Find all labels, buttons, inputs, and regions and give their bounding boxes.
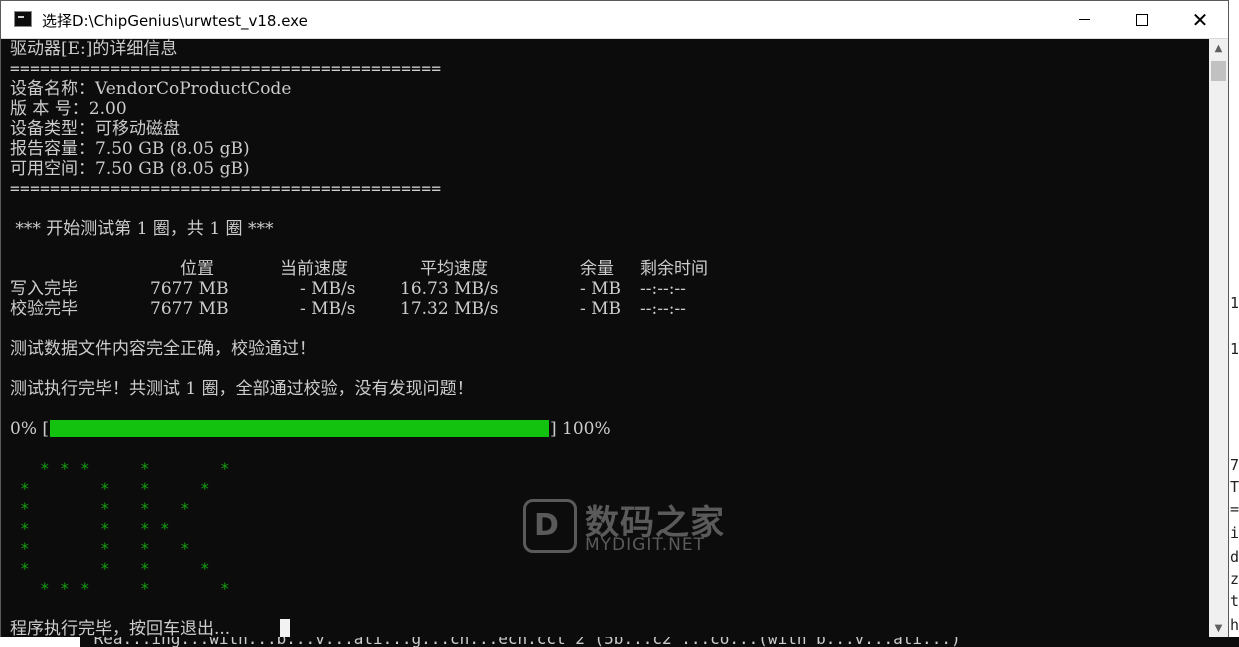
console-window: 选择D:\ChipGenius\urwtest_v18.exe ✕ 驱动器[E:… bbox=[0, 0, 1229, 637]
minimize-icon bbox=[1078, 19, 1090, 20]
vertical-scrollbar[interactable]: ▲ ▼ bbox=[1209, 39, 1228, 637]
ascii-star: * bbox=[100, 519, 110, 538]
progress-bar bbox=[48, 418, 551, 438]
ascii-star: * bbox=[60, 459, 70, 478]
test-round-banner: *** 开始测试第 1 圈，共 1 圈 *** bbox=[10, 219, 274, 239]
bg-fragment: z bbox=[1230, 570, 1239, 588]
ascii-star: * bbox=[60, 579, 70, 598]
bg-fragment: 1 bbox=[1230, 340, 1239, 358]
row-avg-speed: 16.73 MB/s bbox=[400, 279, 499, 299]
ascii-star: * bbox=[100, 499, 110, 518]
ascii-star: * bbox=[220, 579, 230, 598]
ascii-star: * bbox=[160, 519, 170, 538]
watermark-en: MYDIGIT.NET bbox=[585, 535, 705, 555]
ascii-star: * bbox=[140, 539, 150, 558]
row-position: 7677 MB bbox=[150, 279, 229, 299]
ascii-star: * bbox=[200, 479, 210, 498]
ascii-star: * bbox=[140, 479, 150, 498]
ascii-star: * bbox=[40, 579, 50, 598]
ascii-star: * bbox=[20, 499, 30, 518]
progress-end-label: ] 100% bbox=[550, 419, 611, 439]
separator: ========================================… bbox=[10, 179, 442, 198]
bg-fragment: 1 bbox=[1230, 294, 1239, 312]
ascii-star: * bbox=[100, 559, 110, 578]
row-label: 校验完毕 bbox=[10, 299, 78, 319]
row-current-speed: - MB/s bbox=[300, 279, 356, 299]
row-label: 写入完毕 bbox=[10, 279, 78, 299]
ascii-star: * bbox=[80, 579, 90, 598]
header-avg-speed: 平均速度 bbox=[420, 259, 488, 279]
row-position: 7677 MB bbox=[150, 299, 229, 319]
background-window-right-edge: 1 1 7 T = i d z t h bbox=[1229, 0, 1239, 647]
bg-fragment: d bbox=[1230, 548, 1239, 566]
header-position: 位置 bbox=[180, 259, 214, 279]
row-current-speed: - MB/s bbox=[300, 299, 356, 319]
watermark-logo-icon: D bbox=[523, 499, 577, 553]
ascii-star: * bbox=[180, 539, 190, 558]
verify-result: 测试数据文件内容完全正确，校验通过！ bbox=[10, 339, 316, 359]
bg-fragment: T bbox=[1230, 478, 1239, 496]
ascii-star: * bbox=[20, 539, 30, 558]
row-avg-speed: 17.32 MB/s bbox=[400, 299, 499, 319]
progress-fill bbox=[50, 420, 549, 437]
close-icon: ✕ bbox=[1191, 7, 1209, 32]
row-remaining: - MB bbox=[580, 299, 622, 319]
background-window-bottom-strip: Rea...ing...with...b...v...ati...g...ch.… bbox=[80, 637, 1239, 647]
bg-fragment: Rea...ing...with...b...v...ati...g...ch.… bbox=[84, 637, 961, 647]
device-type: 设备类型：可移动磁盘 bbox=[10, 119, 180, 139]
minimize-button[interactable] bbox=[1055, 1, 1113, 38]
final-result: 测试执行完毕！共测试 1 圈，全部通过校验，没有发现问题！ bbox=[10, 379, 474, 399]
row-time-left: --:--:-- bbox=[640, 299, 686, 319]
scroll-thumb[interactable] bbox=[1211, 61, 1226, 81]
ascii-star: * bbox=[140, 499, 150, 518]
window-title: 选择D:\ChipGenius\urwtest_v18.exe bbox=[42, 12, 308, 30]
text-cursor bbox=[280, 619, 290, 637]
header-current-speed: 当前速度 bbox=[280, 259, 348, 279]
bg-fragment: i bbox=[1230, 524, 1239, 542]
scroll-down-icon[interactable]: ▼ bbox=[1209, 619, 1228, 637]
ascii-star: * bbox=[200, 559, 210, 578]
ascii-star: * bbox=[180, 499, 190, 518]
bg-fragment: t bbox=[1230, 592, 1239, 610]
scroll-up-icon[interactable]: ▲ bbox=[1209, 39, 1228, 57]
maximize-icon bbox=[1136, 13, 1148, 26]
console-app-icon[interactable] bbox=[14, 11, 32, 27]
exit-prompt: 程序执行完毕，按回车退出... bbox=[10, 619, 231, 637]
separator: ========================================… bbox=[10, 59, 442, 78]
bg-fragment: = bbox=[1230, 500, 1239, 518]
ascii-star: * bbox=[40, 459, 50, 478]
ascii-star: * bbox=[140, 459, 150, 478]
drive-details-heading: 驱动器[E:]的详细信息 bbox=[10, 39, 178, 59]
ascii-star: * bbox=[20, 479, 30, 498]
free-space: 可用空间：7.50 GB (8.05 gB) bbox=[10, 159, 250, 179]
reported-capacity: 报告容量：7.50 GB (8.05 gB) bbox=[10, 139, 250, 159]
close-button[interactable]: ✕ bbox=[1171, 1, 1229, 38]
console-output[interactable]: 驱动器[E:]的详细信息 ===========================… bbox=[1, 39, 1209, 637]
bg-fragment: h bbox=[1230, 616, 1239, 634]
progress-start-label: 0% [ bbox=[10, 419, 50, 439]
watermark: D 数码之家 MYDIGIT.NET bbox=[523, 497, 724, 557]
version: 版 本 号：2.00 bbox=[10, 99, 127, 119]
row-time-left: --:--:-- bbox=[640, 279, 686, 299]
title-bar[interactable]: 选择D:\ChipGenius\urwtest_v18.exe ✕ bbox=[1, 1, 1228, 39]
ascii-star: * bbox=[140, 579, 150, 598]
ascii-star: * bbox=[100, 479, 110, 498]
bg-fragment: 7 bbox=[1230, 456, 1239, 474]
ascii-star: * bbox=[80, 459, 90, 478]
device-name: 设备名称：VendorCoProductCode bbox=[10, 79, 292, 99]
row-remaining: - MB bbox=[580, 279, 622, 299]
ascii-star: * bbox=[220, 459, 230, 478]
maximize-button[interactable] bbox=[1113, 1, 1171, 38]
ascii-star: * bbox=[100, 539, 110, 558]
header-time-left: 剩余时间 bbox=[640, 259, 708, 279]
ascii-star: * bbox=[20, 519, 30, 538]
header-remaining: 余量 bbox=[580, 259, 614, 279]
ascii-star: * bbox=[20, 559, 30, 578]
ascii-star: * bbox=[140, 559, 150, 578]
ascii-star: * bbox=[140, 519, 150, 538]
